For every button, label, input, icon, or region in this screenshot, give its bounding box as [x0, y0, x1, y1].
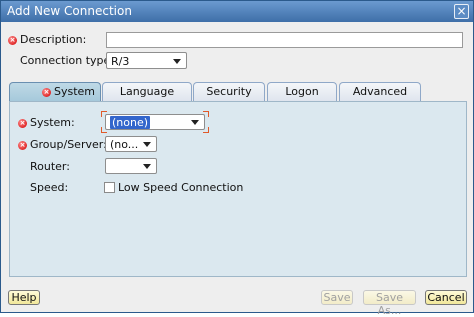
help-button[interactable]: Help — [8, 290, 40, 305]
save-as-button-label: Save As... — [375, 291, 403, 317]
save-as-button[interactable]: Save As... — [363, 290, 416, 317]
tab-system[interactable]: × System — [9, 82, 101, 102]
tab-system-label: System — [54, 85, 96, 98]
connection-type-dropdown[interactable]: R/3 — [106, 52, 187, 69]
router-dropdown[interactable] — [105, 158, 157, 174]
title-bar[interactable]: Add New Connection × — [1, 1, 473, 22]
required-error-icon: × — [18, 141, 27, 150]
chevron-down-icon — [191, 120, 199, 125]
system-label: System: — [30, 116, 75, 129]
cancel-button-label: Cancel — [427, 291, 465, 304]
low-speed-checkbox[interactable] — [104, 182, 115, 193]
save-button[interactable]: Save — [321, 290, 353, 305]
required-error-icon: × — [42, 88, 51, 97]
speed-label: Speed: — [30, 181, 69, 194]
description-input[interactable] — [106, 32, 463, 48]
close-icon: × — [456, 4, 467, 18]
system-value: (none) — [110, 116, 151, 129]
tab-advanced-label: Advanced — [352, 85, 408, 98]
focus-ring — [101, 111, 107, 117]
save-button-label: Save — [323, 291, 351, 304]
close-button[interactable]: × — [454, 4, 469, 19]
focus-ring — [203, 111, 209, 117]
tab-advanced[interactable]: Advanced — [339, 82, 421, 101]
required-error-icon: × — [8, 36, 17, 45]
focus-ring — [101, 127, 107, 133]
tab-security[interactable]: Security — [193, 82, 265, 101]
chevron-down-icon — [173, 59, 181, 64]
tab-language[interactable]: Language — [102, 82, 192, 101]
system-dropdown[interactable]: (none) — [105, 114, 205, 130]
tab-logon-label: Logon — [285, 85, 319, 98]
connection-type-label: Connection type: — [20, 54, 115, 67]
low-speed-label[interactable]: Low Speed Connection — [118, 181, 243, 194]
tab-security-label: Security — [206, 85, 252, 98]
window-title: Add New Connection — [7, 4, 132, 18]
chevron-down-icon — [143, 142, 151, 147]
connection-type-value: R/3 — [111, 55, 130, 68]
description-label: Description: — [20, 33, 87, 46]
group-server-label: Group/Server: — [30, 138, 107, 151]
group-server-value: (no... — [110, 138, 139, 151]
focus-ring — [203, 127, 209, 133]
chevron-down-icon — [143, 164, 151, 169]
tab-bar: × System Language Security Logon Advance… — [9, 82, 467, 102]
router-label: Router: — [30, 160, 70, 173]
help-button-label: Help — [11, 291, 37, 304]
cancel-button[interactable]: Cancel — [425, 290, 467, 305]
tab-logon[interactable]: Logon — [267, 82, 337, 101]
add-connection-dialog: Add New Connection × × Description: Conn… — [0, 0, 474, 317]
tab-language-label: Language — [119, 85, 175, 98]
group-server-dropdown[interactable]: (no... — [105, 136, 157, 152]
required-error-icon: × — [18, 119, 27, 128]
